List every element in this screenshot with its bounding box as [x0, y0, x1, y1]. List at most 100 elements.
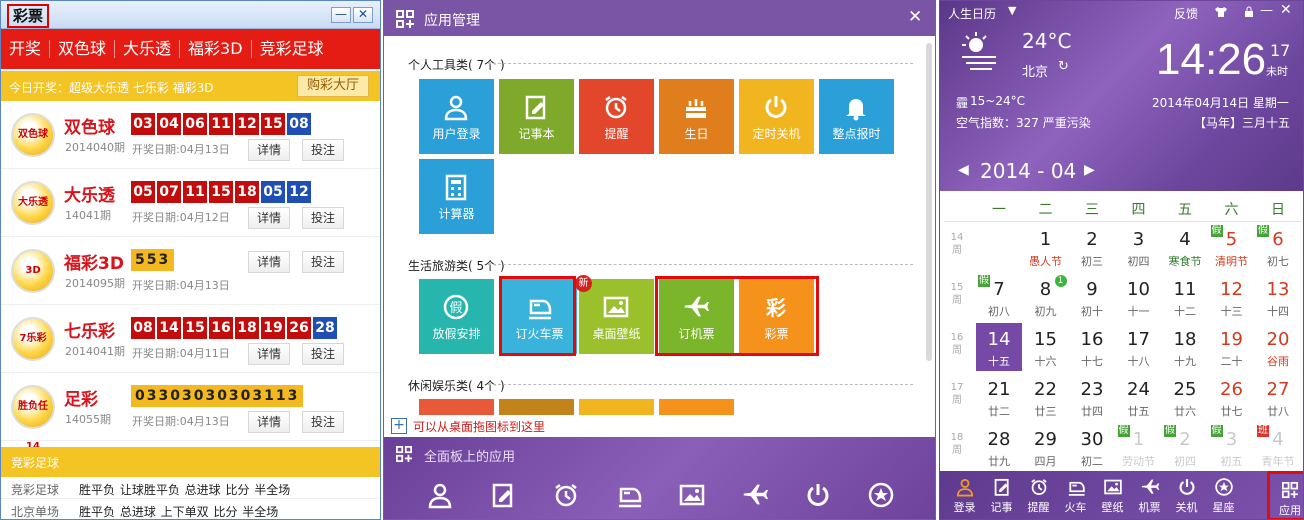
- calendar-day[interactable]: 11 十二: [1162, 273, 1208, 321]
- nav-item-ssq[interactable]: 双色球: [50, 40, 116, 58]
- toolbar-item[interactable]: 壁纸: [1094, 471, 1131, 519]
- dock-app[interactable]: [426, 481, 454, 509]
- calendar-day[interactable]: 18 十九: [1162, 323, 1208, 371]
- detail-button[interactable]: 详情: [248, 411, 290, 433]
- app-tile[interactable]: 记事本: [499, 79, 574, 154]
- calendar-day[interactable]: 24 廿五: [1116, 373, 1162, 421]
- toolbar-item[interactable]: 火车: [1057, 471, 1094, 519]
- toolbar-item[interactable]: 记事: [983, 471, 1020, 519]
- prev-month-icon[interactable]: ◀: [958, 162, 969, 178]
- close-icon[interactable]: ✕: [908, 7, 922, 27]
- calendar-day[interactable]: 20 谷雨: [1255, 323, 1301, 371]
- calendar-day[interactable]: 30 初二: [1069, 423, 1115, 471]
- toolbar-item[interactable]: 机票: [1131, 471, 1168, 519]
- calendar-day[interactable]: 9 初十: [1069, 273, 1115, 321]
- app-tile[interactable]: 桌面壁纸 新: [575, 275, 654, 354]
- dock-app[interactable]: [678, 481, 706, 509]
- lottery-name[interactable]: 七乐彩: [64, 317, 115, 342]
- calendar-day[interactable]: 10 十一: [1116, 273, 1162, 321]
- calendar-day[interactable]: 22 廿三: [1023, 373, 1069, 421]
- lunar-day: 十八: [1127, 355, 1150, 368]
- calendar-day[interactable]: 4 青年节班: [1255, 423, 1301, 471]
- month-label[interactable]: 2014 - 04: [980, 159, 1076, 183]
- calendar-day[interactable]: 15 十六: [1023, 323, 1069, 371]
- dock-app[interactable]: [552, 481, 580, 509]
- skin-icon[interactable]: [1214, 6, 1228, 18]
- nav-item-dlt[interactable]: 大乐透: [115, 40, 181, 58]
- toolbar-item[interactable]: 登录: [946, 471, 983, 519]
- app-tile[interactable]: 生日: [659, 79, 734, 154]
- app-tile[interactable]: 提醒: [579, 79, 654, 154]
- lottery-name[interactable]: 大乐透: [64, 181, 115, 206]
- detail-button[interactable]: 详情: [248, 251, 290, 273]
- app-tile[interactable]: 假放假安排: [419, 279, 494, 354]
- toolbar-item[interactable]: 应用: [1267, 471, 1303, 519]
- close-button[interactable]: ✕: [1280, 2, 1292, 18]
- dock-app[interactable]: [615, 481, 643, 509]
- calendar-day[interactable]: 21 廿二: [976, 373, 1022, 421]
- calendar-day[interactable]: 3 初五假: [1209, 423, 1255, 471]
- calendar-day[interactable]: 28 廿九: [976, 423, 1022, 471]
- calendar-day[interactable]: 23 廿四: [1069, 373, 1115, 421]
- scrollbar[interactable]: [926, 43, 932, 361]
- toolbar-item[interactable]: 关机: [1168, 471, 1205, 519]
- minimize-button[interactable]: —: [331, 7, 351, 23]
- bet-button[interactable]: 投注: [302, 139, 344, 161]
- close-button[interactable]: ✕: [353, 7, 373, 23]
- calendar-day[interactable]: 7 初八假: [976, 273, 1022, 321]
- app-tile[interactable]: 整点报时: [819, 79, 894, 154]
- lock-icon[interactable]: [1243, 6, 1255, 18]
- dropdown-icon[interactable]: ▼: [1008, 4, 1016, 17]
- calendar-day[interactable]: 1 愚人节: [1023, 223, 1069, 271]
- calendar-day[interactable]: 3 初四: [1116, 223, 1162, 271]
- app-tile[interactable]: 用户登录: [419, 79, 494, 154]
- calendar-day[interactable]: 17 十八: [1116, 323, 1162, 371]
- calendar-day[interactable]: 2 初四假: [1162, 423, 1208, 471]
- lottery-name[interactable]: 双色球: [64, 113, 115, 138]
- bet-button[interactable]: 投注: [302, 411, 344, 433]
- city[interactable]: 北京: [1022, 61, 1048, 80]
- football-row-options[interactable]: 胜平负 让球胜平负 总进球 比分 半全场: [79, 481, 290, 498]
- toolbar-item[interactable]: 星座: [1205, 471, 1242, 519]
- add-icon[interactable]: +: [391, 418, 407, 434]
- calendar-day[interactable]: 27 廿八: [1255, 373, 1301, 421]
- nav-item-football[interactable]: 竞彩足球: [252, 40, 332, 58]
- football-row-options[interactable]: 胜平负 总进球 上下单双 比分 半全场: [79, 503, 278, 519]
- calendar-day[interactable]: 5 清明节假: [1209, 223, 1255, 271]
- calendar-day[interactable]: 13 十四: [1255, 273, 1301, 321]
- nav-item-draw[interactable]: 开奖: [1, 40, 51, 58]
- calendar-day[interactable]: 25 廿六: [1162, 373, 1208, 421]
- buy-hall-button[interactable]: 购彩大厅: [297, 75, 369, 97]
- calendar-day[interactable]: 1 劳动节假: [1116, 423, 1162, 471]
- calendar-day[interactable]: 14 十五: [976, 323, 1022, 371]
- feedback-link[interactable]: 反馈: [1174, 5, 1198, 22]
- detail-button[interactable]: 详情: [248, 139, 290, 161]
- bet-button[interactable]: 投注: [302, 251, 344, 273]
- app-tile[interactable]: 定时关机: [739, 79, 814, 154]
- toolbar-item[interactable]: 提醒: [1020, 471, 1057, 519]
- dock-app[interactable]: [489, 481, 517, 509]
- dock-app[interactable]: [867, 481, 895, 509]
- detail-button[interactable]: 详情: [248, 343, 290, 365]
- calendar-day[interactable]: 8 初九 1: [1023, 273, 1069, 321]
- calendar-day[interactable]: 16 十七: [1069, 323, 1115, 371]
- calendar-day[interactable]: 2 初三: [1069, 223, 1115, 271]
- calendar-day[interactable]: 6 初七假: [1255, 223, 1301, 271]
- calendar-day[interactable]: 4 寒食节: [1162, 223, 1208, 271]
- lottery-name[interactable]: 福彩3D: [64, 249, 124, 274]
- dock-app[interactable]: [741, 481, 769, 509]
- next-month-icon[interactable]: ▶: [1084, 162, 1095, 178]
- app-tile[interactable]: 计算器: [419, 159, 494, 234]
- nav-item-3d[interactable]: 福彩3D: [180, 40, 252, 58]
- dock-app[interactable]: [804, 481, 832, 509]
- minimize-button[interactable]: —: [1260, 3, 1273, 18]
- calendar-day[interactable]: 12 十三: [1209, 273, 1255, 321]
- detail-button[interactable]: 详情: [248, 207, 290, 229]
- bet-button[interactable]: 投注: [302, 207, 344, 229]
- bet-button[interactable]: 投注: [302, 343, 344, 365]
- calendar-day[interactable]: 26 廿七: [1209, 373, 1255, 421]
- calendar-day[interactable]: 19 二十: [1209, 323, 1255, 371]
- refresh-icon[interactable]: ↻: [1058, 59, 1069, 74]
- lottery-name[interactable]: 足彩: [64, 385, 98, 410]
- calendar-day[interactable]: 29 四月: [1023, 423, 1069, 471]
